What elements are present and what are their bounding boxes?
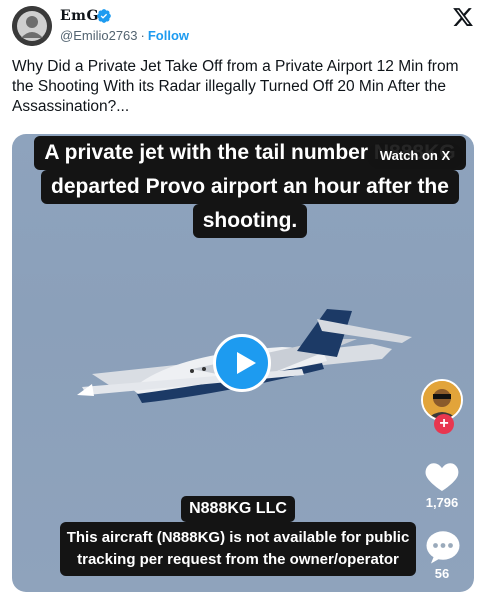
author-handle[interactable]: @Emilio2763 <box>60 28 138 43</box>
caption-line: departed Provo airport an hour after the <box>41 170 459 204</box>
x-logo-icon[interactable] <box>452 6 474 28</box>
likes-count: 1,796 <box>425 495 459 510</box>
video-bottom-caption: N888KG LLC This aircraft (N888KG) is not… <box>60 496 416 576</box>
comment-bubble-icon[interactable] <box>425 529 461 565</box>
video-player[interactable]: A private jet with the tail number N888K… <box>12 134 474 592</box>
plus-icon[interactable]: + <box>434 414 454 434</box>
tweet-text: Why Did a Private Jet Take Off from a Pr… <box>12 58 459 115</box>
follow-button[interactable]: Follow <box>148 28 189 43</box>
author-display-name[interactable]: EmG <box>60 8 99 24</box>
verified-badge-icon <box>97 9 111 23</box>
heart-icon[interactable] <box>424 459 460 493</box>
author-meta-row: @Emilio2763 · Follow <box>60 28 189 43</box>
bottom-caption-body: This aircraft (N888KG) is not available … <box>60 522 416 576</box>
tweet-card: EmG @Emilio2763 · Follow Why Did a Private… <box>0 0 483 599</box>
author-avatar[interactable] <box>12 6 52 46</box>
comments-count: 56 <box>434 566 450 581</box>
caption-line: shooting. <box>192 204 308 238</box>
bottom-caption-title: N888KG LLC <box>181 496 295 522</box>
play-icon[interactable] <box>213 334 271 392</box>
separator-dot: · <box>140 28 145 43</box>
watch-on-x-button[interactable]: Watch on X <box>367 143 463 169</box>
